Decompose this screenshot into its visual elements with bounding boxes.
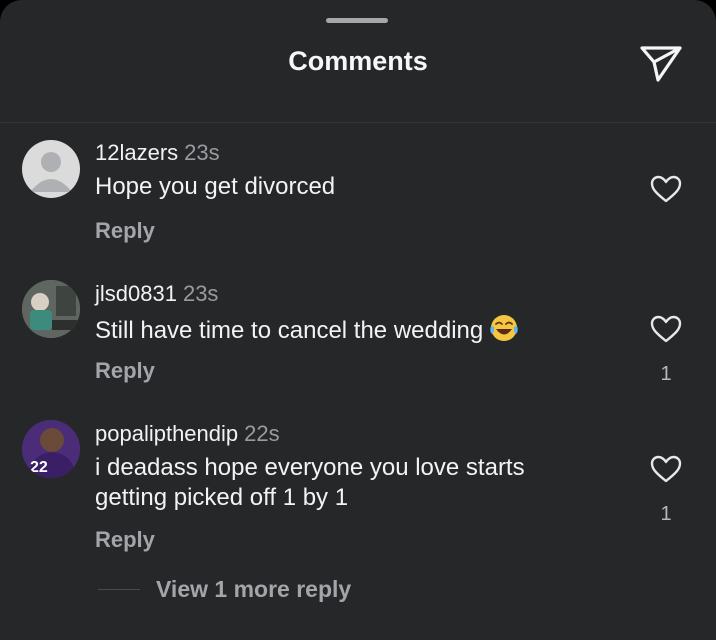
heart-icon[interactable]	[650, 314, 682, 344]
reply-button[interactable]: Reply	[95, 218, 155, 244]
username[interactable]: popalipthendip	[95, 421, 238, 446]
view-more-divider	[98, 589, 140, 590]
profile-photo-icon	[22, 280, 80, 338]
heart-icon[interactable]	[650, 174, 682, 204]
default-avatar-icon	[30, 152, 72, 192]
header-divider	[0, 122, 716, 123]
heart-icon[interactable]	[650, 454, 682, 484]
like-count: 1	[660, 503, 672, 525]
avatar[interactable]	[22, 140, 80, 198]
reply-button[interactable]: Reply	[95, 527, 155, 553]
comment-meta: 12lazers 23s	[95, 140, 220, 166]
comment-text: Still have time to cancel the wedding 😂	[95, 313, 625, 346]
avatar[interactable]	[22, 280, 80, 338]
like-count: 1	[660, 363, 672, 385]
comment-text-body: Still have time to cancel the wedding	[95, 317, 484, 344]
username[interactable]: 12lazers	[95, 140, 178, 165]
comment-meta: popalipthendip 22s	[95, 421, 280, 447]
view-more-replies-button[interactable]: View 1 more reply	[156, 576, 351, 603]
comments-sheet: Comments 12lazers 23s Hope you get divorc…	[0, 0, 716, 640]
reply-button[interactable]: Reply	[95, 358, 155, 384]
page-title: Comments	[288, 46, 428, 76]
comment-meta: jlsd0831 23s	[95, 281, 218, 307]
timestamp: 23s	[184, 140, 220, 165]
profile-photo-icon: 22	[22, 420, 80, 478]
timestamp: 23s	[182, 281, 219, 306]
username[interactable]: jlsd0831	[95, 281, 177, 306]
comment-text: i deadass hope everyone you love starts …	[95, 454, 525, 511]
timestamp: 22s	[244, 421, 280, 446]
tears-of-joy-emoji-icon	[490, 315, 519, 341]
avatar[interactable]: 22	[22, 420, 80, 478]
svg-text:22: 22	[30, 459, 48, 476]
drag-handle[interactable]	[326, 18, 388, 23]
send-icon[interactable]	[638, 42, 684, 84]
comment-text: Hope you get divorced	[95, 173, 336, 200]
